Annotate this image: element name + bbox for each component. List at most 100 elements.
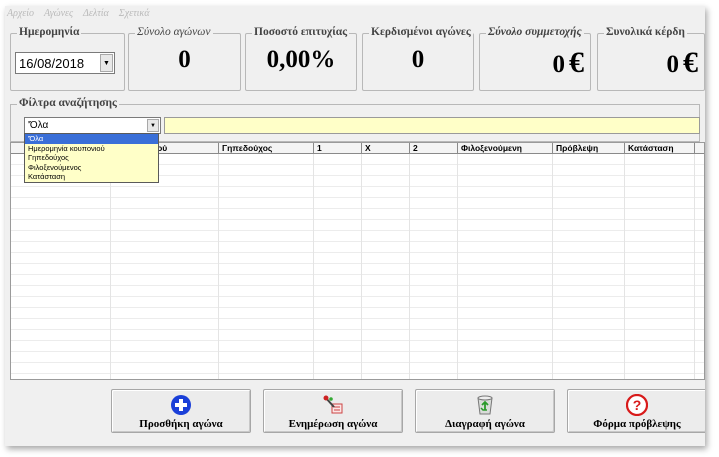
table-cell[interactable] bbox=[219, 154, 314, 165]
table-cell[interactable] bbox=[219, 231, 314, 242]
table-cell[interactable] bbox=[362, 264, 410, 275]
table-cell[interactable] bbox=[458, 275, 553, 286]
table-cell[interactable] bbox=[553, 176, 625, 187]
table-cell[interactable] bbox=[111, 264, 219, 275]
table-cell[interactable] bbox=[553, 286, 625, 297]
table-cell[interactable] bbox=[458, 319, 553, 330]
column-header-status[interactable]: Κατάσταση bbox=[625, 143, 695, 154]
table-row[interactable] bbox=[11, 330, 704, 341]
table-cell[interactable] bbox=[314, 176, 362, 187]
table-cell[interactable] bbox=[458, 165, 553, 176]
table-cell[interactable] bbox=[362, 187, 410, 198]
table-cell[interactable] bbox=[458, 253, 553, 264]
table-cell[interactable] bbox=[458, 330, 553, 341]
table-cell[interactable] bbox=[625, 253, 695, 264]
table-cell[interactable] bbox=[111, 275, 219, 286]
table-row[interactable] bbox=[11, 220, 704, 231]
table-row[interactable] bbox=[11, 363, 704, 374]
table-cell[interactable] bbox=[219, 242, 314, 253]
delete-match-button[interactable]: Διαγραφή αγώνα bbox=[415, 389, 555, 433]
table-cell[interactable] bbox=[11, 308, 111, 319]
table-cell[interactable] bbox=[111, 308, 219, 319]
chevron-down-icon[interactable]: ▼ bbox=[147, 119, 159, 132]
table-cell[interactable] bbox=[314, 297, 362, 308]
table-cell[interactable] bbox=[458, 264, 553, 275]
table-row[interactable] bbox=[11, 264, 704, 275]
table-row[interactable] bbox=[11, 198, 704, 209]
table-cell[interactable] bbox=[553, 154, 625, 165]
table-cell[interactable] bbox=[458, 198, 553, 209]
table-cell[interactable] bbox=[314, 198, 362, 209]
filter-option-coupon-date[interactable]: Ημερομηνία κουπονιού bbox=[25, 144, 158, 154]
table-cell[interactable] bbox=[553, 352, 625, 363]
table-cell[interactable] bbox=[553, 198, 625, 209]
table-cell[interactable] bbox=[362, 209, 410, 220]
table-cell[interactable] bbox=[410, 253, 458, 264]
table-cell[interactable] bbox=[314, 209, 362, 220]
table-cell[interactable] bbox=[410, 198, 458, 209]
table-cell[interactable] bbox=[625, 154, 695, 165]
table-cell[interactable] bbox=[625, 341, 695, 352]
table-cell[interactable] bbox=[111, 231, 219, 242]
table-cell[interactable] bbox=[11, 220, 111, 231]
table-cell[interactable] bbox=[553, 187, 625, 198]
table-cell[interactable] bbox=[362, 363, 410, 374]
table-cell[interactable] bbox=[111, 253, 219, 264]
table-row[interactable] bbox=[11, 286, 704, 297]
table-cell[interactable] bbox=[410, 231, 458, 242]
table-cell[interactable] bbox=[553, 308, 625, 319]
table-cell[interactable] bbox=[111, 374, 219, 379]
table-cell[interactable] bbox=[625, 275, 695, 286]
table-cell[interactable] bbox=[362, 198, 410, 209]
table-cell[interactable] bbox=[625, 352, 695, 363]
filter-text-input[interactable] bbox=[164, 117, 700, 134]
table-cell[interactable] bbox=[111, 242, 219, 253]
table-cell[interactable] bbox=[625, 165, 695, 176]
table-cell[interactable] bbox=[314, 231, 362, 242]
table-cell[interactable] bbox=[410, 220, 458, 231]
menu-about[interactable]: Σχετικά bbox=[119, 8, 150, 19]
table-cell[interactable] bbox=[314, 275, 362, 286]
table-cell[interactable] bbox=[362, 286, 410, 297]
table-cell[interactable] bbox=[625, 264, 695, 275]
table-cell[interactable] bbox=[219, 187, 314, 198]
table-cell[interactable] bbox=[314, 363, 362, 374]
table-cell[interactable] bbox=[410, 275, 458, 286]
table-cell[interactable] bbox=[219, 220, 314, 231]
table-cell[interactable] bbox=[625, 187, 695, 198]
table-cell[interactable] bbox=[410, 308, 458, 319]
table-cell[interactable] bbox=[219, 275, 314, 286]
table-cell[interactable] bbox=[362, 330, 410, 341]
table-cell[interactable] bbox=[314, 220, 362, 231]
table-cell[interactable] bbox=[219, 308, 314, 319]
table-cell[interactable] bbox=[625, 209, 695, 220]
column-header-prediction[interactable]: Πρόβλεψη bbox=[553, 143, 625, 154]
table-cell[interactable] bbox=[553, 253, 625, 264]
table-cell[interactable] bbox=[314, 286, 362, 297]
column-header-1[interactable]: 1 bbox=[314, 143, 362, 154]
table-cell[interactable] bbox=[625, 286, 695, 297]
table-row[interactable] bbox=[11, 253, 704, 264]
table-cell[interactable] bbox=[219, 374, 314, 379]
table-cell[interactable] bbox=[11, 242, 111, 253]
table-cell[interactable] bbox=[111, 297, 219, 308]
table-cell[interactable] bbox=[314, 308, 362, 319]
table-cell[interactable] bbox=[362, 308, 410, 319]
table-cell[interactable] bbox=[410, 187, 458, 198]
column-header-x[interactable]: X bbox=[362, 143, 410, 154]
table-row[interactable] bbox=[11, 308, 704, 319]
table-cell[interactable] bbox=[625, 363, 695, 374]
table-cell[interactable] bbox=[111, 319, 219, 330]
table-cell[interactable] bbox=[458, 242, 553, 253]
table-cell[interactable] bbox=[111, 330, 219, 341]
table-cell[interactable] bbox=[11, 363, 111, 374]
table-cell[interactable] bbox=[11, 253, 111, 264]
chevron-down-icon[interactable]: ▼ bbox=[100, 54, 113, 72]
column-header-away[interactable]: Φιλοξενούμενη bbox=[458, 143, 553, 154]
table-cell[interactable] bbox=[314, 242, 362, 253]
table-cell[interactable] bbox=[362, 154, 410, 165]
table-cell[interactable] bbox=[362, 242, 410, 253]
table-cell[interactable] bbox=[458, 154, 553, 165]
table-cell[interactable] bbox=[111, 220, 219, 231]
date-picker[interactable]: 16/08/2018 ▼ bbox=[15, 52, 115, 74]
